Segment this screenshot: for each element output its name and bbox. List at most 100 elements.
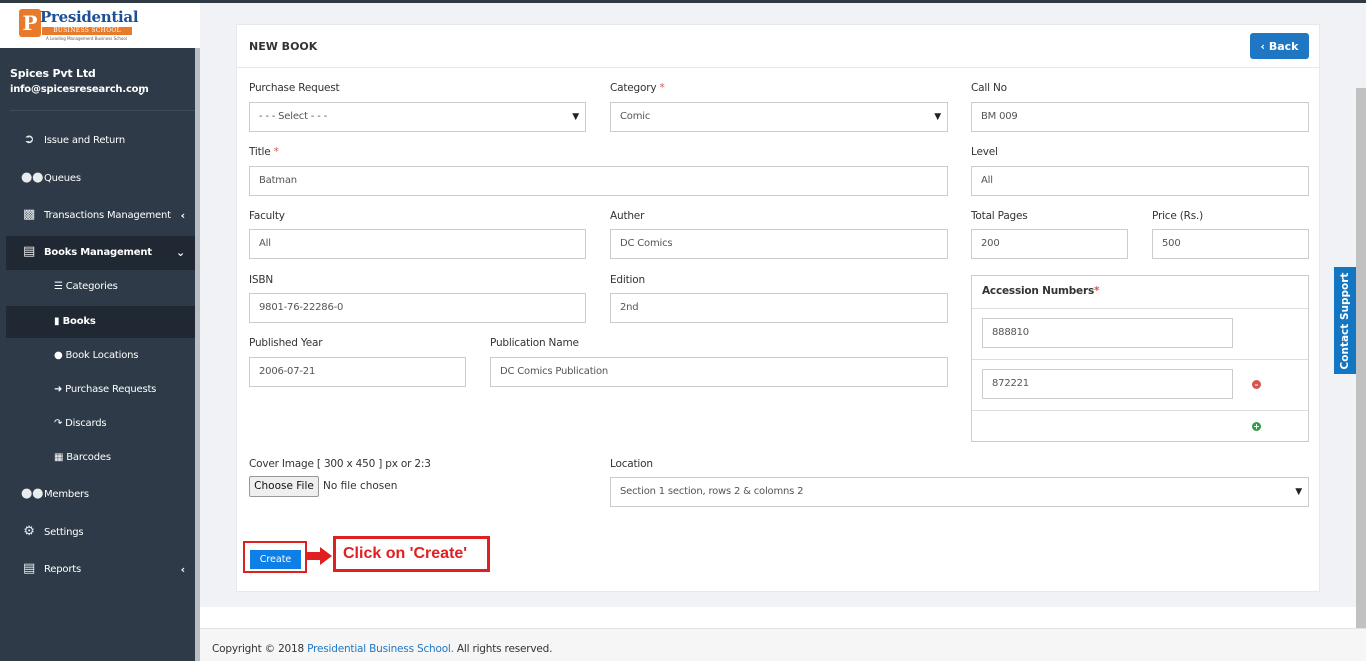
label-text: Published Year (249, 337, 323, 349)
remove-icon[interactable]: – (1252, 380, 1261, 389)
auther-input[interactable]: DC Comics (610, 229, 948, 259)
published-year-label: Published Year (249, 337, 323, 349)
label-text: ISBN (249, 274, 274, 286)
back-button[interactable]: ‹ Back (1250, 33, 1309, 59)
sidebar-subitem-label: ▮ Books (54, 316, 96, 327)
sidebar-scrollbar[interactable] (195, 48, 200, 661)
input-value: Batman (259, 175, 297, 186)
isbn-input[interactable]: 9801-76-22286-0 (249, 293, 586, 323)
total-pages-label: Total Pages (971, 210, 1028, 222)
sidebar-subitem-discards[interactable]: ↷ Discards (6, 408, 195, 440)
select-value: - - - Select - - - (259, 111, 327, 122)
edition-input[interactable]: 2nd (610, 293, 948, 323)
purchase-request-select[interactable]: - - - Select - - - ▼ (249, 102, 586, 132)
level-input[interactable]: All (971, 166, 1309, 196)
location-select[interactable]: Section 1 section, rows 2 & colomns 2 ▼ (610, 477, 1309, 507)
label-text: Accession Numbers (982, 285, 1095, 297)
sidebar-subitem-text: Book Locations (65, 350, 139, 361)
footer-suffix: All rights reserved. (456, 643, 553, 655)
publication-name-input[interactable]: DC Comics Publication (490, 357, 948, 387)
accession-number-input[interactable]: 872221 (982, 369, 1233, 399)
add-icon[interactable]: + (1252, 422, 1261, 431)
sidebar-item-issue-and-return[interactable]: ➲ Issue and Return (6, 124, 195, 158)
file-status: No file chosen (323, 480, 398, 492)
book-icon: ▮ (54, 316, 60, 327)
sidebar-item-reports[interactable]: ▤ Reports ‹ (6, 553, 195, 587)
label-text: Location (610, 458, 653, 470)
input-value: DC Comics Publication (500, 366, 609, 377)
label-text: Cover Image [ 300 x 450 ] px or 2:3 (249, 458, 431, 470)
sidebar-item-queues[interactable]: ●● Queues (6, 162, 195, 196)
page-title: NEW BOOK (249, 40, 318, 53)
footer: Copyright © 2018 Presidential Business S… (200, 628, 1366, 661)
create-highlight: Create (243, 541, 307, 573)
sidebar-subitem-text: Books (62, 316, 96, 327)
input-value: 200 (981, 238, 1000, 249)
sidebar-subitem-purchase-requests[interactable]: ➜ Purchase Requests (6, 374, 195, 406)
logo-tagline: A Leading Management Business School (46, 36, 127, 41)
footer-link[interactable]: Presidential Business School. (307, 643, 454, 655)
divider (972, 359, 1308, 360)
input-value: All (981, 175, 993, 186)
back-button-label: Back (1268, 39, 1299, 53)
sidebar-item-members[interactable]: ●● Members (6, 478, 195, 512)
annotation-arrow (307, 552, 321, 560)
total-pages-input[interactable]: 200 (971, 229, 1128, 259)
users-icon: ●● (21, 486, 44, 501)
page-scrollbar[interactable] (1356, 88, 1366, 628)
input-value: All (259, 238, 271, 249)
bar-chart-icon: ▤ (22, 561, 36, 576)
content-bottom (200, 607, 1366, 628)
logo[interactable]: P Presidential BUSINESS SCHOOL A Leading… (0, 3, 200, 48)
label-text: Price (Rs.) (1152, 210, 1204, 222)
money-icon: ▩ (22, 207, 36, 222)
sidebar-item-settings[interactable]: ⚙ Settings (6, 516, 195, 550)
sidebar-item-label: Queues (44, 173, 81, 184)
input-value: 888810 (992, 327, 1029, 338)
sidebar-subitem-barcodes[interactable]: ▦ Barcodes (6, 442, 195, 474)
sidebar-subitem-text: Categories (65, 281, 118, 292)
sidebar-item-label: Settings (44, 527, 84, 538)
input-value: 9801-76-22286-0 (259, 302, 344, 313)
select-value: Section 1 section, rows 2 & colomns 2 (620, 486, 804, 497)
card-header: NEW BOOK ‹ Back (237, 25, 1321, 68)
required-mark: * (1094, 285, 1100, 297)
sidebar-subitem-text: Barcodes (66, 452, 111, 463)
cover-image-label: Cover Image [ 300 x 450 ] px or 2:3 (249, 458, 431, 470)
user-org: Spices Pvt Ltd (10, 67, 96, 80)
book-icon: ▤ (22, 244, 36, 259)
label-text: Category (610, 82, 657, 94)
publication-name-label: Publication Name (490, 337, 579, 349)
price-input[interactable]: 500 (1152, 229, 1309, 259)
create-button[interactable]: Create (250, 550, 301, 569)
contact-support-tab[interactable]: Contact Support (1334, 267, 1356, 374)
title-input[interactable]: Batman (249, 166, 948, 196)
sidebar-subitem-book-locations[interactable]: ● Book Locations (6, 340, 195, 372)
annotation-arrow-head (320, 547, 332, 565)
chevron-down-icon[interactable]: ⌄ (136, 84, 146, 98)
sidebar-item-transactions-management[interactable]: ▩ Transactions Management ‹ (6, 199, 195, 233)
sidebar: P Presidential BUSINESS SCHOOL A Leading… (0, 0, 200, 661)
sidebar-divider (10, 110, 195, 111)
sidebar-item-books-management[interactable]: ▤ Books Management ⌄ (6, 236, 195, 270)
accession-numbers-label: Accession Numbers* (982, 285, 1100, 297)
sidebar-subitem-categories[interactable]: ☰ Categories (6, 271, 195, 303)
sidebar-item-label: Books Management (44, 247, 152, 258)
faculty-input[interactable]: All (249, 229, 586, 259)
user-email[interactable]: info@spicesresearch.com (10, 84, 149, 95)
accession-numbers-panel: Accession Numbers* 888810 872221 – + (971, 275, 1309, 442)
sidebar-subitem-books[interactable]: ▮ Books (6, 306, 195, 338)
sign-out-icon: ➲ (23, 132, 35, 147)
sidebar-item-label: Reports (44, 564, 81, 575)
sidebar-subitem-text: Purchase Requests (65, 384, 157, 395)
footer-prefix: Copyright © 2018 (212, 643, 305, 655)
label-text: Purchase Request (249, 82, 340, 94)
published-year-input[interactable]: 2006-07-21 (249, 357, 466, 387)
choose-file-button[interactable]: Choose File (249, 476, 319, 497)
divider (972, 308, 1308, 309)
call-no-label: Call No (971, 82, 1007, 94)
accession-number-input[interactable]: 888810 (982, 318, 1233, 348)
call-no-input[interactable]: BM 009 (971, 102, 1309, 132)
caret-down-icon: ▼ (934, 112, 941, 122)
category-select[interactable]: Comic ▼ (610, 102, 948, 132)
